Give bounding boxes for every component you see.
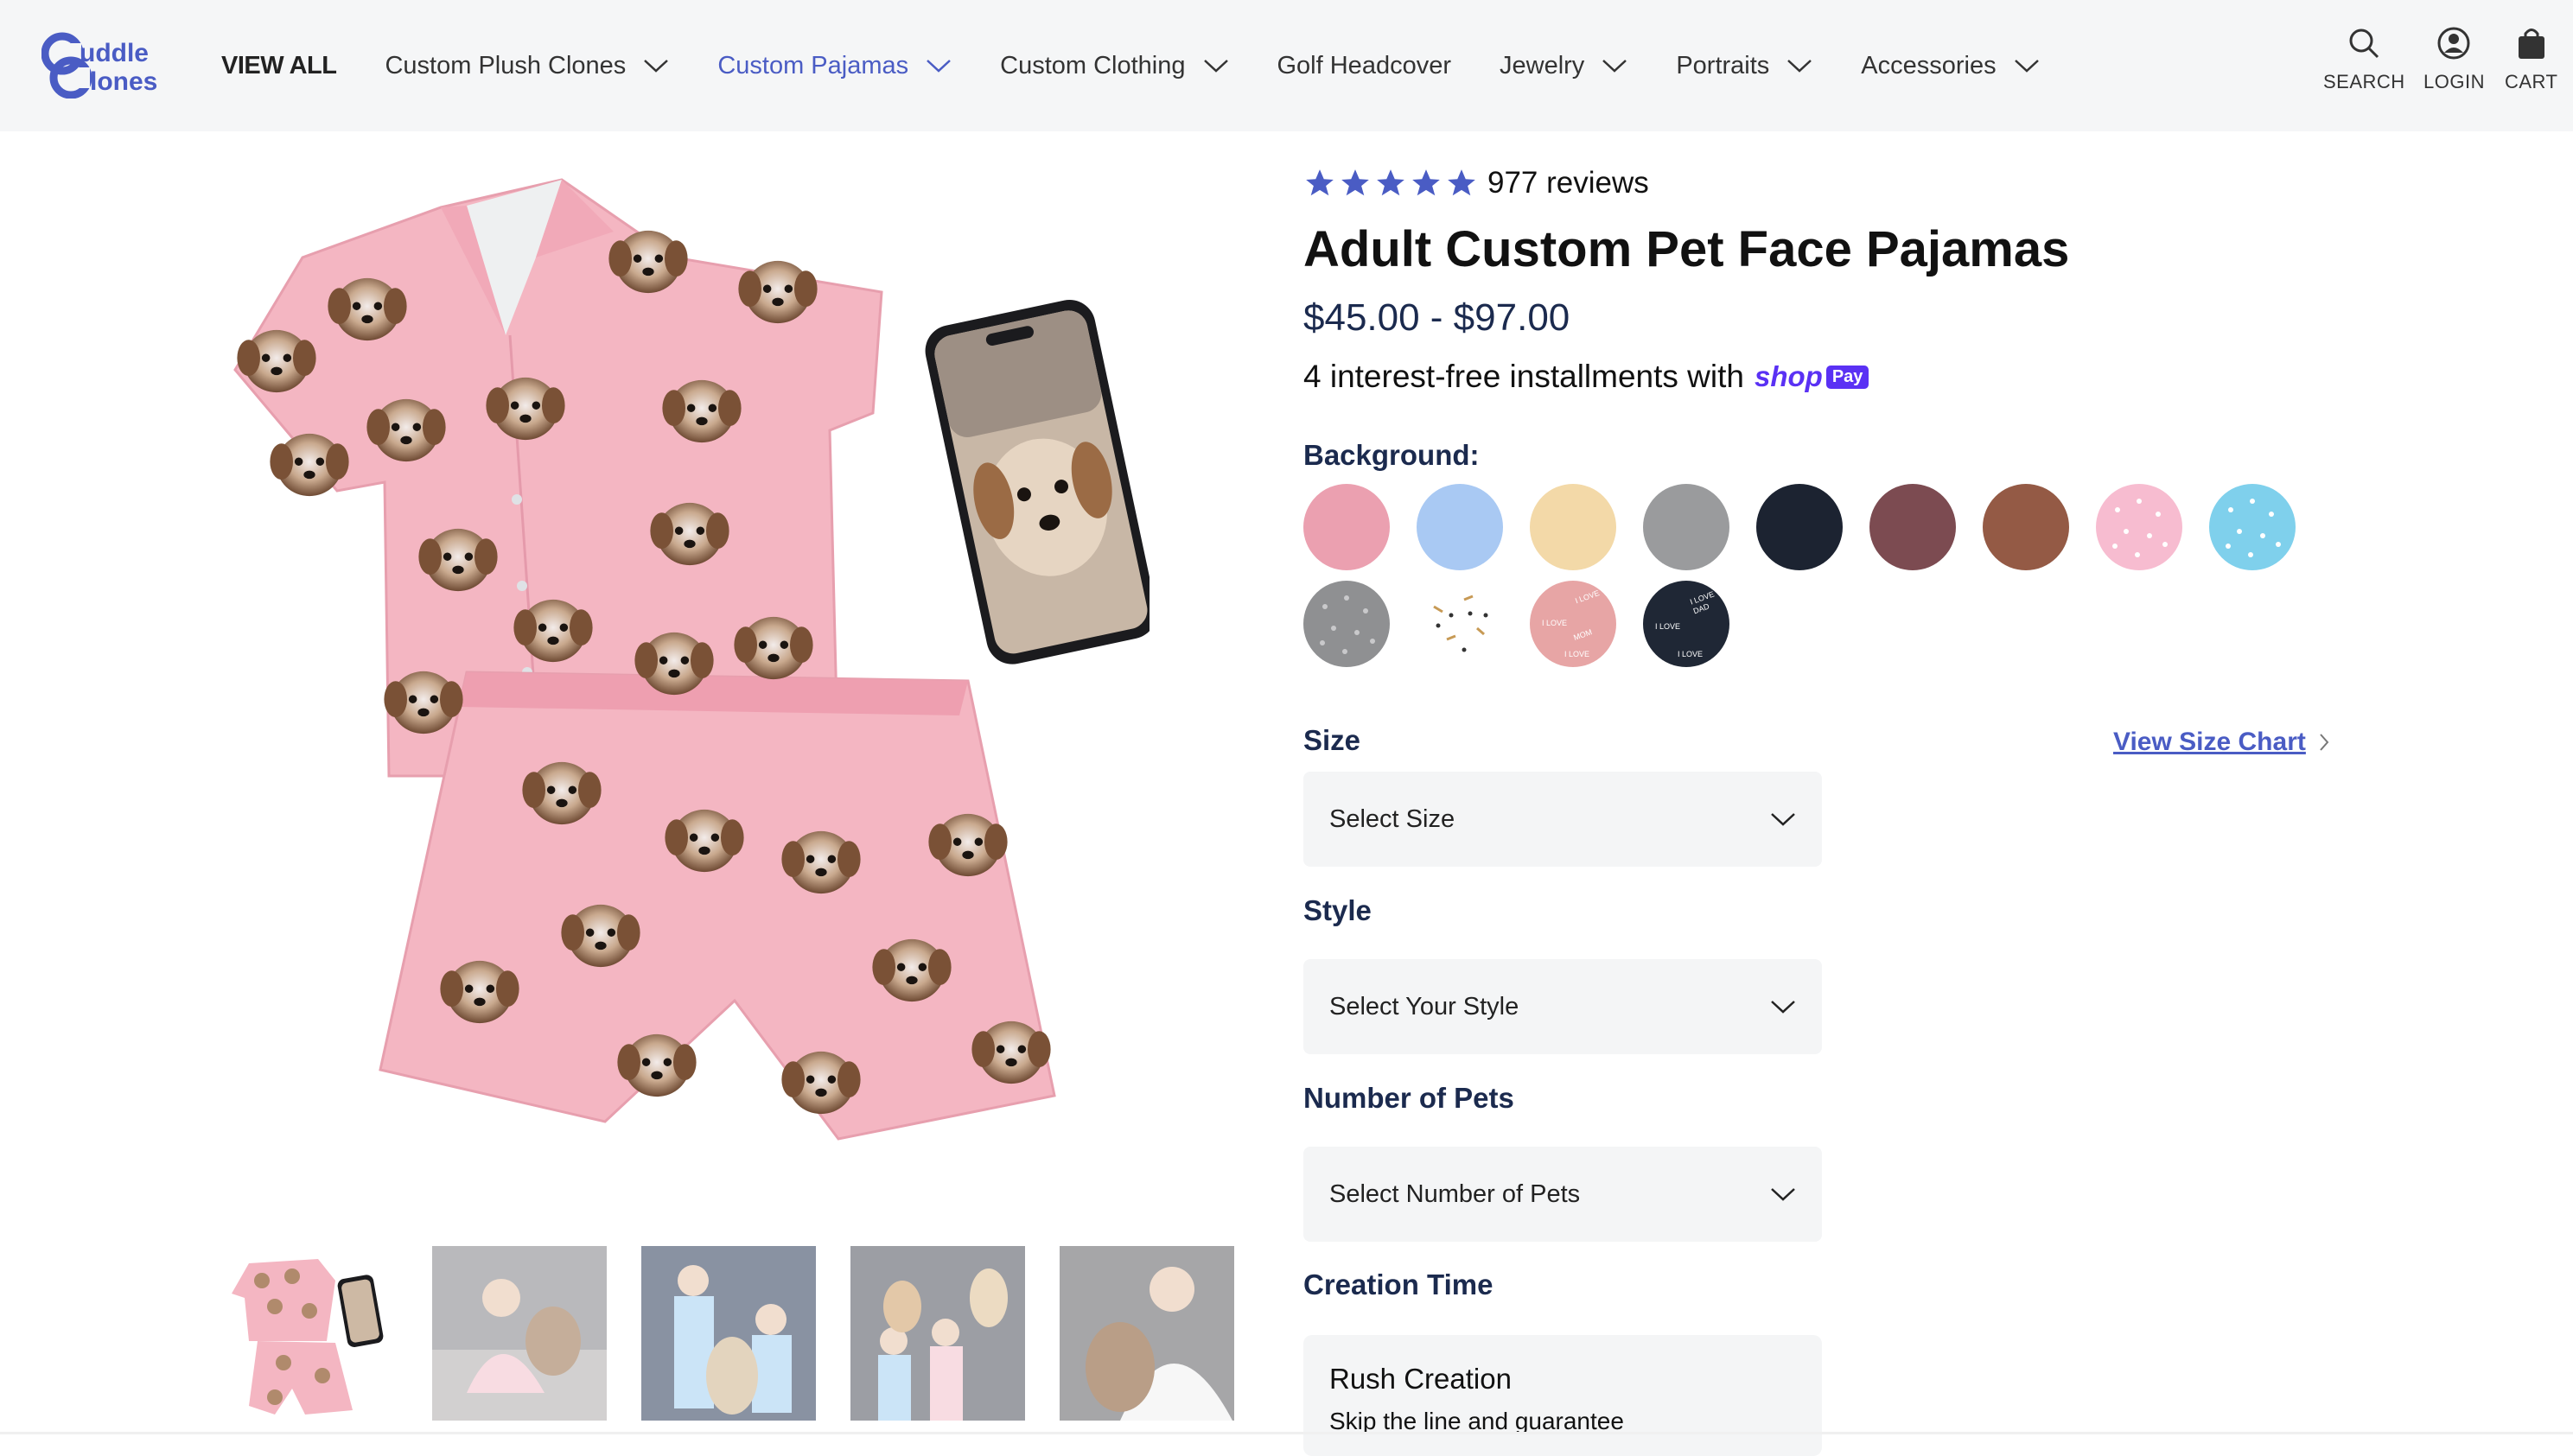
nav-jewelry-label: Jewelry xyxy=(1500,51,1585,79)
style-select[interactable]: Select Your Style xyxy=(1303,959,1822,1054)
product-main-image[interactable] xyxy=(207,154,1150,1217)
shoppay-logo[interactable]: shop Pay xyxy=(1755,360,1869,393)
swatch-gray[interactable] xyxy=(1643,484,1729,570)
shoppay-shop-text: shop xyxy=(1754,360,1823,392)
svg-text:MOM: MOM xyxy=(1572,627,1593,642)
chevron-down-icon xyxy=(1771,1188,1795,1201)
nav-custom-clothing-label: Custom Clothing xyxy=(1000,51,1186,79)
chevron-down-icon xyxy=(644,60,669,73)
svg-text:I LOVE: I LOVE xyxy=(1574,588,1601,605)
svg-text:lones: lones xyxy=(90,67,157,96)
review-count: 977 reviews xyxy=(1487,166,1649,200)
star-rating xyxy=(1303,167,1481,200)
chevron-right-icon xyxy=(2320,734,2329,751)
star-icon xyxy=(1412,169,1440,196)
thumbnail-child-with-dog[interactable] xyxy=(432,1246,607,1421)
nav-accessories-label: Accessories xyxy=(1861,51,1997,79)
product-rating[interactable]: 977 reviews xyxy=(1303,166,1649,200)
nav-custom-pajamas[interactable]: Custom Pajamas xyxy=(717,52,952,80)
svg-text:I LOVE: I LOVE xyxy=(1655,622,1680,631)
login-label: LOGIN xyxy=(2423,71,2485,92)
swatch-blue-dots[interactable] xyxy=(2209,484,2296,570)
creation-time-label: Creation Time xyxy=(1303,1268,1493,1300)
swatch-love-dad-pattern[interactable]: I LOVE DAD I LOVE I LOVE xyxy=(1643,581,1729,667)
thumbnail-kids-with-dog[interactable] xyxy=(641,1246,816,1421)
swatch-bones-pattern[interactable] xyxy=(1417,581,1503,667)
nav-accessories[interactable]: Accessories xyxy=(1861,52,2039,80)
swatch-pink-dots[interactable] xyxy=(2096,484,2182,570)
chevron-down-icon xyxy=(1602,60,1627,73)
chevron-down-icon xyxy=(1771,813,1795,826)
style-label: Style xyxy=(1303,894,1372,926)
view-size-chart-link[interactable]: View Size Chart xyxy=(2113,728,2330,757)
nav-portraits[interactable]: Portraits xyxy=(1676,52,1812,80)
nav-view-all-label: VIEW ALL xyxy=(221,51,337,79)
chevron-down-icon xyxy=(927,60,951,73)
login-button[interactable]: LOGIN xyxy=(2423,26,2485,93)
cart-button[interactable]: CART xyxy=(2505,26,2558,93)
shoppay-pay-badge: Pay xyxy=(1825,365,1869,389)
nav-golf-headcover-label: Golf Headcover xyxy=(1277,51,1452,79)
shopping-bag-icon xyxy=(2518,29,2544,59)
number-of-pets-select[interactable]: Select Number of Pets xyxy=(1303,1147,1822,1242)
search-label: SEARCH xyxy=(2323,71,2405,92)
nav-portraits-label: Portraits xyxy=(1676,51,1770,79)
nav-custom-plush-clones-label: Custom Plush Clones xyxy=(385,51,627,79)
svg-text:I LOVE: I LOVE xyxy=(1542,619,1567,627)
product-price: $45.00 - $97.00 xyxy=(1303,296,1570,339)
chevron-down-icon xyxy=(2014,60,2039,73)
installments-info: 4 interest-free installments with shop P… xyxy=(1303,359,1869,395)
nav-custom-clothing[interactable]: Custom Clothing xyxy=(1000,52,1228,80)
nav-jewelry[interactable]: Jewelry xyxy=(1500,52,1627,80)
search-button[interactable]: SEARCH xyxy=(2323,26,2405,93)
star-icon xyxy=(1341,169,1369,196)
swatch-brown[interactable] xyxy=(1983,484,2069,570)
swatch-maroon[interactable] xyxy=(1869,484,1956,570)
nav-custom-pajamas-label: Custom Pajamas xyxy=(717,51,909,79)
thumbnail-woman-with-dog[interactable] xyxy=(1060,1246,1234,1421)
nav-custom-plush-clones[interactable]: Custom Plush Clones xyxy=(385,52,669,80)
chevron-down-icon xyxy=(1771,1001,1795,1014)
thumbnail-family-with-dog[interactable] xyxy=(850,1246,1025,1421)
view-size-chart-label: View Size Chart xyxy=(2113,728,2306,756)
swatch-cream[interactable] xyxy=(1530,484,1616,570)
star-icon xyxy=(1448,169,1475,196)
thumbnail-pajama-set[interactable] xyxy=(223,1246,398,1421)
svg-text:I LOVE: I LOVE xyxy=(1678,650,1703,658)
search-icon xyxy=(2349,29,2379,59)
cart-label: CART xyxy=(2505,71,2558,92)
swatch-gray-dots[interactable] xyxy=(1303,581,1390,667)
svg-text:I LOVE: I LOVE xyxy=(1564,650,1589,658)
svg-text:uddle: uddle xyxy=(80,39,149,67)
star-icon xyxy=(1377,169,1404,196)
swatch-love-mom-pattern[interactable]: I LOVE I LOVE MOM I LOVE xyxy=(1530,581,1616,667)
nav-view-all[interactable]: VIEW ALL xyxy=(221,51,337,80)
style-select-value: Select Your Style xyxy=(1329,992,1519,1020)
number-of-pets-select-value: Select Number of Pets xyxy=(1329,1179,1581,1208)
product-thumbnails xyxy=(223,1246,1269,1421)
installments-text: 4 interest-free installments with xyxy=(1303,359,1744,394)
nav-golf-headcover[interactable]: Golf Headcover xyxy=(1277,52,1452,80)
size-select[interactable]: Select Size xyxy=(1303,772,1822,867)
swatch-light-blue[interactable] xyxy=(1417,484,1503,570)
account-icon xyxy=(2437,27,2470,60)
product-title: Adult Custom Pet Face Pajamas xyxy=(1303,221,2070,277)
site-header: uddle lones VIEW ALL Custom Plush Clones… xyxy=(0,0,2573,131)
chevron-down-icon xyxy=(1787,60,1812,73)
size-select-value: Select Size xyxy=(1329,804,1455,833)
swatch-navy[interactable] xyxy=(1756,484,1843,570)
size-label: Size xyxy=(1303,724,1361,756)
cuddle-clones-logo[interactable]: uddle lones xyxy=(41,31,178,99)
rush-creation-title: Rush Creation xyxy=(1329,1363,1512,1395)
swatch-pink[interactable] xyxy=(1303,484,1390,570)
chevron-down-icon xyxy=(1203,60,1228,73)
main-nav: VIEW ALL Custom Plush Clones Custom Paja… xyxy=(221,0,2088,131)
number-of-pets-label: Number of Pets xyxy=(1303,1082,1514,1114)
background-label: Background: xyxy=(1303,439,1480,471)
star-icon xyxy=(1306,169,1334,196)
rush-creation-option[interactable]: Rush Creation Skip the line and guarante… xyxy=(1303,1335,1822,1456)
